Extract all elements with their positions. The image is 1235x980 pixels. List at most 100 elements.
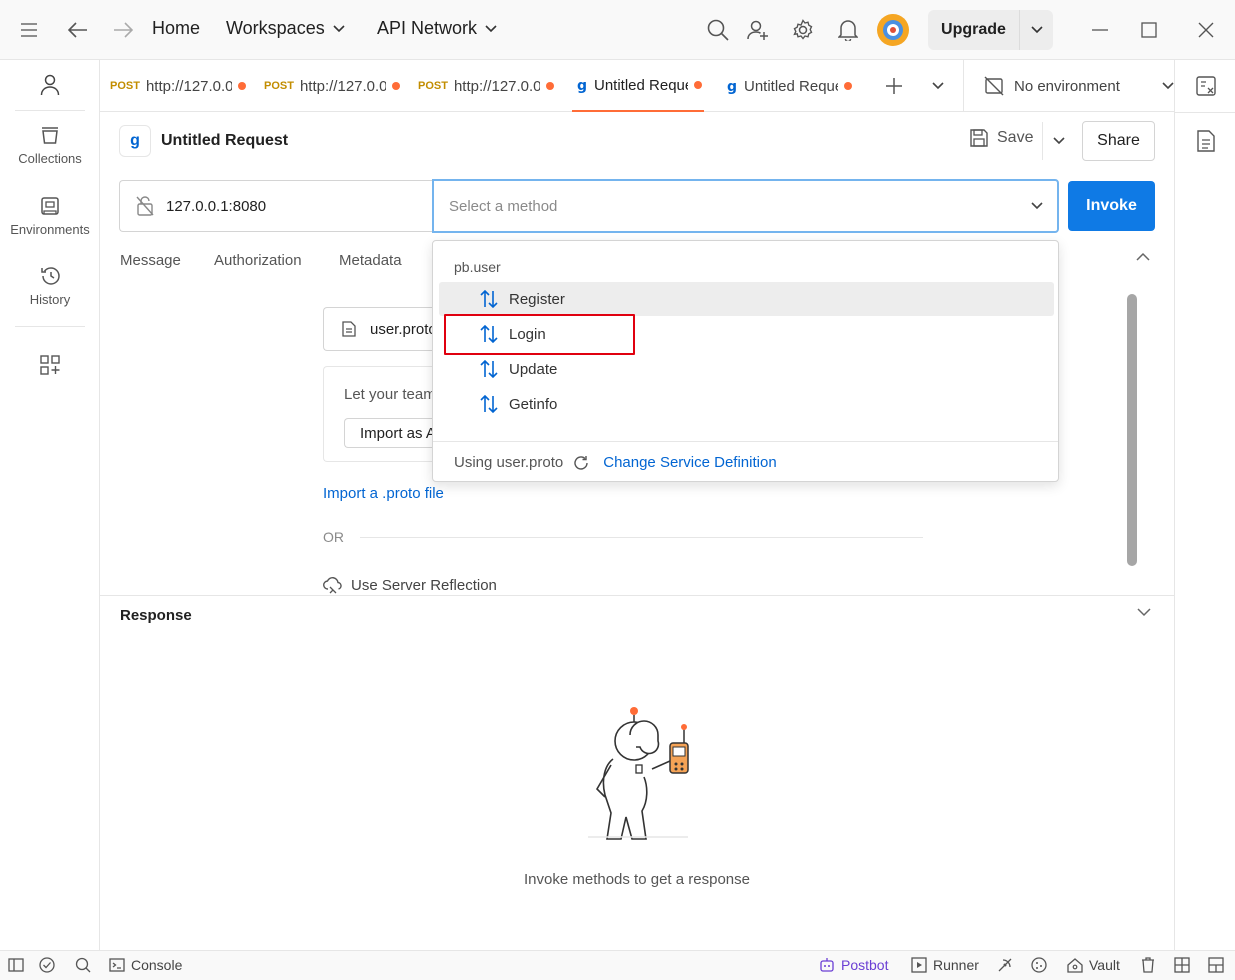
grpc-icon: g: [119, 125, 151, 157]
environment-label: No environment: [1014, 77, 1120, 95]
upgrade-menu-chevron-icon[interactable]: [1020, 26, 1053, 34]
menu-icon[interactable]: [17, 18, 41, 42]
save-options-button[interactable]: [1042, 122, 1074, 160]
request-tab[interactable]: POST http://127.0.0: [264, 60, 408, 112]
chevron-down-icon[interactable]: [1137, 608, 1151, 617]
upgrade-button[interactable]: Upgrade: [928, 21, 1019, 39]
status-bar: Console Postbot Runner Vault: [0, 950, 1235, 980]
back-arrow-icon[interactable]: [66, 18, 90, 42]
scrollbar[interactable]: [1127, 294, 1137, 566]
chevron-up-icon[interactable]: [1136, 252, 1150, 261]
sidebar-item-configure[interactable]: [0, 355, 100, 375]
search-icon[interactable]: [706, 18, 730, 42]
request-tab[interactable]: POST http://127.0.0: [418, 60, 562, 112]
documentation-icon[interactable]: [1197, 130, 1215, 152]
find-search-icon[interactable]: [75, 957, 91, 973]
divider: [15, 110, 85, 111]
method-option-update[interactable]: Update: [439, 352, 1054, 386]
request-tab[interactable]: POST http://127.0.0.1: [110, 60, 254, 112]
api-network-label: API Network: [377, 18, 478, 38]
window-minimize-icon[interactable]: [1088, 18, 1112, 42]
capture-requests-icon[interactable]: [997, 957, 1013, 973]
window-maximize-icon[interactable]: [1137, 18, 1161, 42]
server-url-value: 127.0.0.1:8080: [166, 197, 267, 215]
request-tab[interactable]: g Untitled Request: [726, 60, 860, 112]
home-link[interactable]: Home: [152, 18, 200, 39]
method-option-register[interactable]: Register: [439, 282, 1054, 316]
divider: [100, 595, 1174, 596]
online-status-icon[interactable]: [39, 957, 55, 973]
import-proto-link[interactable]: Import a .proto file: [323, 485, 444, 502]
method-option-label: Update: [509, 360, 558, 378]
console-label: Console: [131, 957, 183, 973]
environment-selector[interactable]: No environment: [963, 60, 1174, 112]
svg-text:g: g: [577, 78, 587, 93]
api-network-menu[interactable]: API Network: [377, 18, 497, 39]
sidebar-item-label: Environments: [10, 222, 90, 237]
bidirectional-arrows-icon: [479, 394, 499, 414]
share-button[interactable]: Share: [1082, 121, 1155, 161]
request-name[interactable]: Untitled Request: [161, 132, 288, 150]
tab-metadata[interactable]: Metadata: [339, 252, 402, 269]
new-tab-button[interactable]: [883, 60, 905, 112]
help-grid-icon[interactable]: [1208, 957, 1224, 973]
sidebar-item-history[interactable]: History: [0, 266, 100, 307]
workspaces-label: Workspaces: [226, 18, 325, 38]
save-button[interactable]: Save: [969, 128, 1033, 148]
file-icon: [342, 321, 356, 337]
sidebar-item-collections[interactable]: Collections: [0, 125, 100, 166]
right-sidebar: [1174, 60, 1235, 950]
notifications-bell-icon[interactable]: [836, 18, 860, 42]
invoke-button[interactable]: Invoke: [1068, 181, 1155, 231]
service-group-label: pb.user: [454, 259, 501, 275]
user-avatar[interactable]: [877, 14, 909, 46]
forward-arrow-icon[interactable]: [111, 18, 135, 42]
use-server-reflection-option[interactable]: Use Server Reflection: [323, 576, 497, 594]
window-close-icon[interactable]: [1194, 18, 1218, 42]
workspaces-menu[interactable]: Workspaces: [226, 18, 345, 39]
console-button[interactable]: Console: [109, 957, 182, 973]
cookies-icon[interactable]: [1031, 957, 1047, 973]
change-service-definition-link[interactable]: Change Service Definition: [603, 454, 776, 471]
method-select[interactable]: Select a method: [432, 179, 1059, 233]
tab-label: Untitled Request: [594, 76, 688, 94]
unsaved-dot: [237, 82, 246, 90]
console-icon: [109, 957, 125, 973]
method-dropdown: pb.user Register Login Update Getinfo Us…: [432, 240, 1059, 482]
left-sidebar: Collections Environments History: [0, 60, 100, 950]
divider: [433, 441, 1058, 442]
title-bar: Home Workspaces API Network Upgrade: [0, 0, 1235, 60]
save-icon: [969, 128, 989, 148]
runner-button[interactable]: Runner: [911, 957, 979, 973]
method-option-getinfo[interactable]: Getinfo: [439, 387, 1054, 421]
invite-user-icon[interactable]: [746, 18, 770, 42]
method-option-label: Getinfo: [509, 395, 558, 413]
postbot-label: Postbot: [841, 957, 889, 973]
account-button[interactable]: [0, 74, 100, 96]
server-url-input[interactable]: 127.0.0.1:8080: [119, 180, 432, 232]
server-reflection-label: Use Server Reflection: [351, 576, 497, 594]
grpc-icon: g: [726, 78, 738, 94]
toggle-sidebar-icon[interactable]: [8, 957, 24, 973]
tab-label: http://127.0.0: [299, 77, 386, 95]
proto-file-name: user.proto: [370, 320, 437, 338]
tab-authorization[interactable]: Authorization: [214, 252, 302, 269]
refresh-icon[interactable]: [573, 455, 589, 471]
astronaut-illustration: [578, 703, 698, 843]
response-empty-text: Invoke methods to get a response: [524, 871, 750, 888]
sidebar-item-environments[interactable]: Environments: [0, 196, 100, 237]
divider: [360, 536, 923, 538]
environment-quick-look-icon[interactable]: [1196, 76, 1216, 96]
tab-overflow-button[interactable]: [928, 60, 948, 112]
settings-gear-icon[interactable]: [791, 18, 815, 42]
request-tab-active[interactable]: g Untitled Request: [572, 60, 704, 112]
request-title: g Untitled Request: [119, 125, 288, 157]
unsaved-dot: [391, 82, 400, 90]
vault-button[interactable]: Vault: [1067, 957, 1120, 973]
bidirectional-arrows-icon: [479, 289, 499, 309]
postbot-button[interactable]: Postbot: [819, 957, 888, 973]
layout-toggle-icon[interactable]: [1174, 957, 1190, 973]
trash-icon[interactable]: [1141, 957, 1155, 973]
dropdown-footer: Using user.proto Change Service Definiti…: [454, 454, 777, 471]
tab-message[interactable]: Message: [120, 252, 181, 269]
